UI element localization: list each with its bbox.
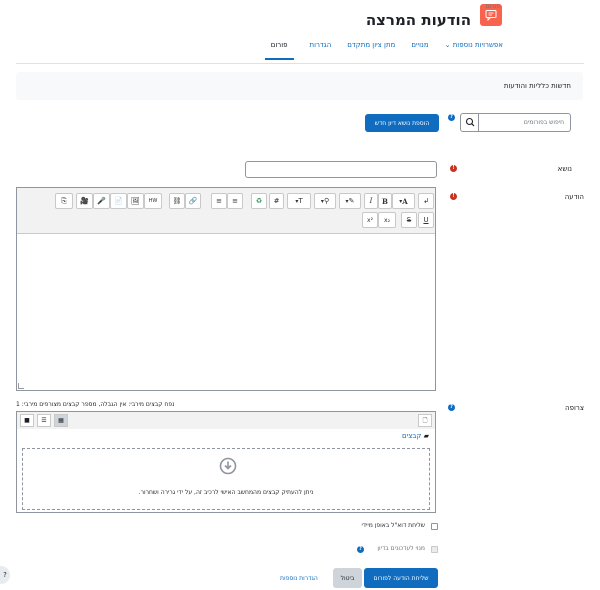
tab-settings[interactable]: הגדרות <box>310 41 332 60</box>
chevron-down-icon: ⌄ <box>444 41 451 49</box>
required-icon: ! <box>450 193 457 200</box>
mail-now-checkbox[interactable] <box>431 523 438 530</box>
hashtag-button[interactable]: # <box>269 193 284 209</box>
file-picker: ■ ☰ ▦ 🗋 ▰ קבצים ניתן להעתיק קבצים מהמחשב… <box>16 411 436 513</box>
tab-forum[interactable]: פורום <box>264 41 294 60</box>
attachment-limits: נפח קבצים מירבי: אין הגבלה, מספר קבצים מ… <box>16 401 175 408</box>
add-discussion-button[interactable]: הוספת נושא דיון חדש <box>365 114 439 132</box>
tab-subscriptions[interactable]: מנויים <box>411 41 428 60</box>
secondary-navigation: פורום הגדרות מתן ציון מתקדם מנויים אפשרו… <box>264 41 503 60</box>
grid-view-icon[interactable]: ▦ <box>54 414 68 427</box>
subject-label: נושא <box>557 165 572 173</box>
hw-button[interactable]: HW <box>144 193 162 209</box>
image-button[interactable]: 🖼 <box>127 193 144 209</box>
page-title: הודעות המרצה <box>365 11 471 29</box>
submit-post-button[interactable]: שליחת הודעה לפורום <box>364 568 438 588</box>
file-picker-toolbar: ■ ☰ ▦ 🗋 <box>17 412 435 429</box>
text-format-icon: T <box>298 197 303 205</box>
forum-description-bar: חדשות כלליות והודעות <box>16 72 583 100</box>
list-view-icon[interactable]: ☰ <box>37 414 51 427</box>
attachment-help-icon[interactable]: ? <box>448 404 455 411</box>
subscribe-checkbox[interactable] <box>431 546 438 553</box>
subscribe-help-icon[interactable]: ? <box>357 546 364 553</box>
files-path[interactable]: ▰ קבצים <box>402 432 429 440</box>
font-color-label: A <box>402 196 408 206</box>
file-dropzone[interactable]: ניתן להעתיק קבצים מהמחשב האישי לרכיב זה,… <box>22 448 430 510</box>
underline-button[interactable]: U <box>418 212 434 228</box>
help-drawer-toggle[interactable]: ? <box>0 566 10 584</box>
mail-now-label: שליחת דוא"ל באופן מיידי <box>361 522 425 529</box>
subscript-button[interactable]: x₂ <box>378 212 396 228</box>
brush-icon: ✎ <box>348 197 355 205</box>
breadcrumb[interactable]: פורום <box>486 3 500 10</box>
required-icon: ! <box>450 165 457 172</box>
video-camera-icon[interactable]: 🎥 <box>76 193 93 209</box>
dropzone-text: ניתן להעתיק קבצים מהמחשב האישי לרכיב זה,… <box>138 489 314 496</box>
microphone-icon[interactable]: 🎤 <box>93 193 110 209</box>
paragraph-button[interactable]: ▾ T <box>287 193 311 209</box>
add-file-icon[interactable]: 🗋 <box>418 414 432 427</box>
highlight-button[interactable]: ▾ ✎ <box>339 193 361 209</box>
editor-toolbar: ↲ ▾ A B I ▾ ✎ ▾ ⚲ ▾ T # ♻ ≡ ≡ 🔗 ⛓ HW 🖼 📄 🎤 🎥… <box>17 188 435 234</box>
copy-icon[interactable]: ⎘ <box>55 193 73 209</box>
unlink-button[interactable]: ⛓ <box>169 193 185 209</box>
recycle-icon[interactable]: ♻ <box>251 193 267 209</box>
files-folder-link[interactable]: קבצים <box>402 432 421 440</box>
file-button[interactable]: 📄 <box>110 193 127 209</box>
forum-description: חדשות כלליות והודעות <box>503 82 571 90</box>
message-editor[interactable]: ↲ ▾ A B I ▾ ✎ ▾ ⚲ ▾ T # ♻ ≡ ≡ 🔗 ⛓ HW 🖼 📄 🎤 🎥… <box>16 187 436 391</box>
tab-more-label: אפשרויות נוספות <box>452 41 503 49</box>
subject-input[interactable] <box>245 161 437 178</box>
attachment-label: צרופה <box>565 404 584 412</box>
editor-resize-handle[interactable] <box>18 383 24 389</box>
forum-search[interactable]: חיפוש בפורומים <box>460 113 571 132</box>
font-color-button[interactable]: ▾ A <box>392 193 415 209</box>
ordered-list-button[interactable]: ≡ <box>211 193 227 209</box>
search-icon <box>465 117 475 127</box>
undo-button[interactable]: ↲ <box>418 193 434 209</box>
search-button[interactable] <box>461 114 479 131</box>
unordered-list-button[interactable]: ≡ <box>227 193 243 209</box>
link-button[interactable]: 🔗 <box>185 193 201 209</box>
tab-more[interactable]: אפשרויות נוספות ⌄ <box>445 41 503 60</box>
lightbulb-icon: ⚲ <box>323 197 330 205</box>
search-help-icon[interactable]: ? <box>448 114 455 121</box>
styles-button[interactable]: ▾ ⚲ <box>314 193 336 209</box>
cancel-button[interactable]: ביטול <box>333 568 362 588</box>
italic-button[interactable]: I <box>364 193 378 209</box>
folder-icon[interactable]: ■ <box>20 414 34 427</box>
advanced-settings-link[interactable]: הגדרות נוספות <box>280 575 318 582</box>
folder-icon: ▰ <box>423 432 429 440</box>
tabs-divider <box>16 63 584 64</box>
strikethrough-button[interactable]: S <box>401 212 417 228</box>
search-input[interactable]: חיפוש בפורומים <box>524 119 564 126</box>
subscribe-label: מנוי לעדכונים בדיון <box>377 545 425 552</box>
superscript-button[interactable]: x² <box>362 212 378 228</box>
download-arrow-icon <box>219 457 237 475</box>
message-label: הודעה <box>564 193 584 201</box>
tab-advanced-grading[interactable]: מתן ציון מתקדם <box>347 41 395 60</box>
bold-button[interactable]: B <box>378 193 392 209</box>
